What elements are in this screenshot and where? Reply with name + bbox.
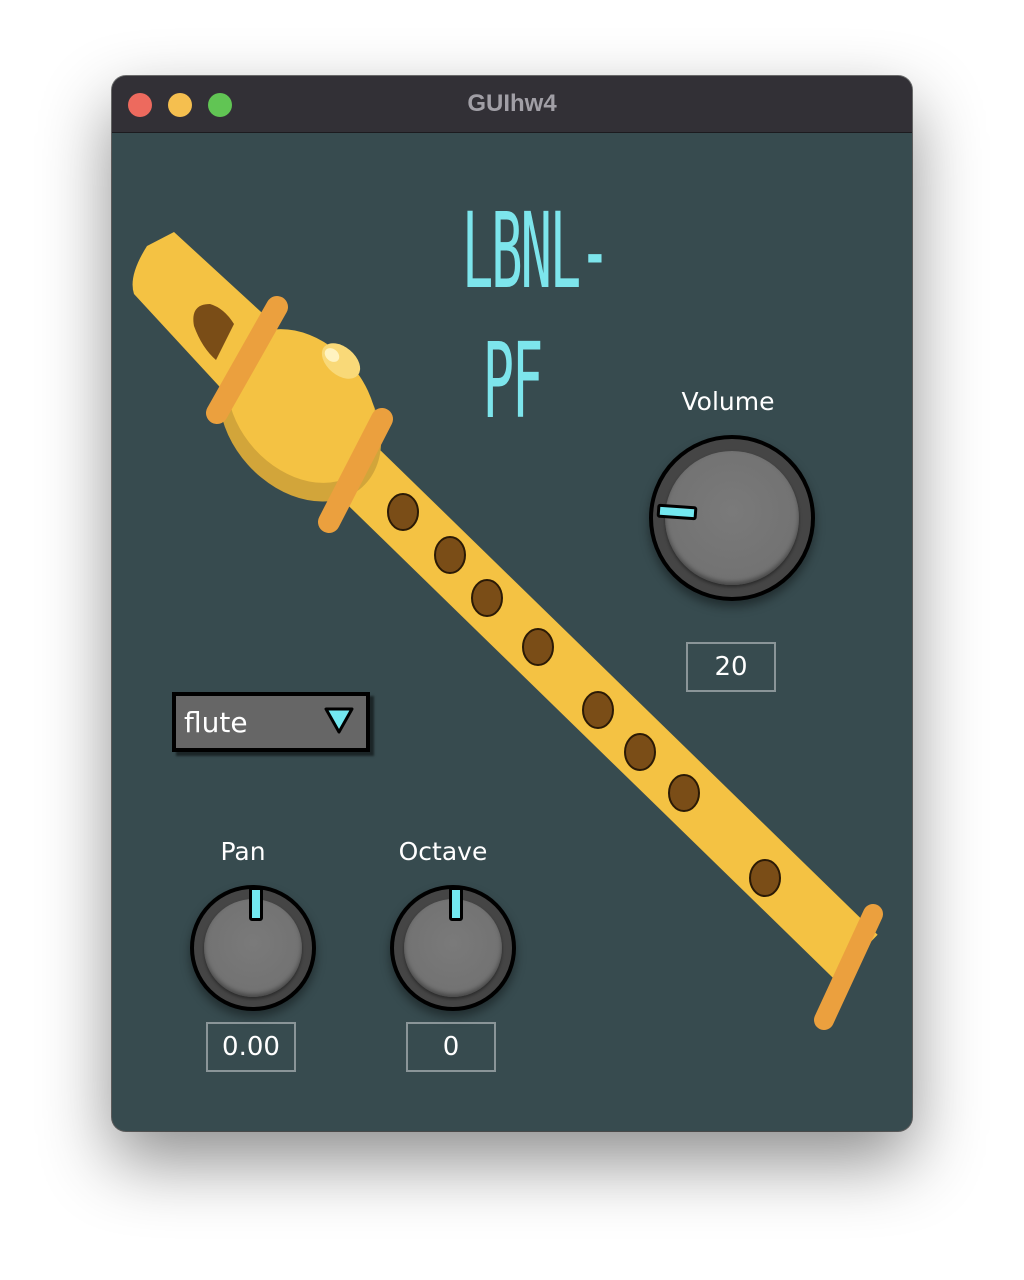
octave-label: Octave	[398, 837, 488, 866]
volume-knob-indicator	[656, 503, 698, 521]
pan-label: Pan	[220, 837, 266, 866]
pan-knob-indicator	[249, 887, 263, 921]
app-window: GUIhw4 LBNL-PF Volume 20 flute Pan 0.00 …	[112, 76, 912, 1131]
volume-label: Volume	[681, 387, 775, 416]
finger-hole	[582, 691, 614, 729]
finger-hole	[387, 493, 419, 531]
finger-hole	[522, 628, 554, 666]
instrument-dropdown-value: flute	[184, 706, 248, 739]
instrument-dropdown[interactable]: flute	[172, 692, 370, 752]
octave-value-field[interactable]: 0	[406, 1022, 496, 1072]
volume-knob[interactable]	[649, 435, 815, 601]
finger-hole	[624, 733, 656, 771]
octave-knob-indicator	[449, 887, 463, 921]
finger-hole	[668, 774, 700, 812]
pan-value-field[interactable]: 0.00	[206, 1022, 296, 1072]
finger-hole	[471, 579, 503, 617]
pan-knob[interactable]	[190, 885, 316, 1011]
triangle-down-icon	[324, 707, 354, 734]
finger-hole	[434, 536, 466, 574]
volume-value-field[interactable]: 20	[686, 642, 776, 692]
brand-logo: LBNL-PF	[462, 190, 611, 442]
octave-knob[interactable]	[390, 885, 516, 1011]
finger-hole	[749, 859, 781, 897]
